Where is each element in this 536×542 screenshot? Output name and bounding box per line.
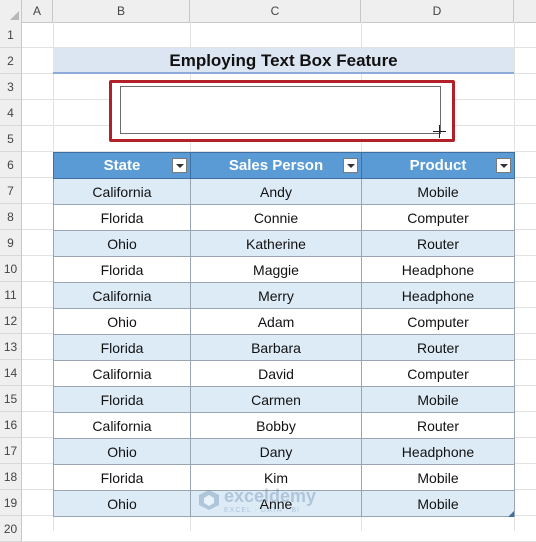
column-header-a[interactable]: A	[22, 0, 53, 22]
cell-product[interactable]: Mobile	[361, 178, 515, 205]
table-row: Florida Barbara Router	[53, 334, 515, 361]
sheet-title[interactable]: Employing Text Box Feature	[53, 48, 514, 74]
cell-state[interactable]: Florida	[53, 464, 191, 491]
cell-product[interactable]: Computer	[361, 308, 515, 335]
header-state-label: State	[103, 157, 141, 174]
table-row: Ohio Katherine Router	[53, 230, 515, 257]
cell-sales-person[interactable]: Dany	[190, 438, 362, 465]
cell-sales-person[interactable]: Connie	[190, 204, 362, 231]
select-all-icon	[10, 11, 19, 20]
header-product[interactable]: Product	[361, 152, 515, 179]
text-box[interactable]	[120, 86, 441, 134]
cell-state[interactable]: Florida	[53, 334, 191, 361]
column-header-c[interactable]: C	[190, 0, 361, 22]
table-row: Florida Maggie Headphone	[53, 256, 515, 283]
cell-product[interactable]: Mobile	[361, 386, 515, 413]
table-row: California Andy Mobile	[53, 178, 515, 205]
cell-product[interactable]: Headphone	[361, 282, 515, 309]
filter-dropdown-icon[interactable]	[172, 158, 187, 173]
cell-state[interactable]: Ohio	[53, 308, 191, 335]
cell-sales-person[interactable]: Andy	[190, 178, 362, 205]
cell-product[interactable]: Router	[361, 412, 515, 439]
cell-product[interactable]: Router	[361, 334, 515, 361]
header-state[interactable]: State	[53, 152, 191, 179]
cell-product[interactable]: Mobile	[361, 490, 515, 517]
row-header[interactable]: 8	[0, 204, 22, 230]
table-row: California Bobby Router	[53, 412, 515, 439]
row-header[interactable]: 5	[0, 126, 22, 152]
cell-product[interactable]: Headphone	[361, 256, 515, 283]
cell-state[interactable]: Ohio	[53, 230, 191, 257]
row-header[interactable]: 19	[0, 490, 22, 516]
column-header-e[interactable]	[514, 0, 536, 22]
cell-sales-person[interactable]: Kim	[190, 464, 362, 491]
header-sales-person-label: Sales Person	[228, 157, 324, 174]
row-header[interactable]: 4	[0, 100, 22, 126]
header-product-label: Product	[409, 157, 467, 174]
spreadsheet: A B C D 1 2 3 4 5 6 7 8 9 10 11 12 13 14 15 16 17 18 19 20 …	[0, 0, 536, 542]
cell-state[interactable]: Florida	[53, 204, 191, 231]
row-header[interactable]: 3	[0, 74, 22, 100]
select-all-button[interactable]	[0, 0, 22, 22]
table-row: Ohio Anne Mobile	[53, 490, 515, 517]
row-header[interactable]: 17	[0, 438, 22, 464]
table-row: Ohio Adam Computer	[53, 308, 515, 335]
crosshair-cursor-icon	[433, 125, 446, 138]
row-header[interactable]: 10	[0, 256, 22, 282]
cell-product[interactable]: Computer	[361, 360, 515, 387]
cell-sales-person[interactable]: Carmen	[190, 386, 362, 413]
row-header[interactable]: 7	[0, 178, 22, 204]
cell-sales-person[interactable]: Adam	[190, 308, 362, 335]
row-header[interactable]: 12	[0, 308, 22, 334]
row-header[interactable]: 20	[0, 516, 22, 542]
table-row: Florida Connie Computer	[53, 204, 515, 231]
cell-sales-person[interactable]: David	[190, 360, 362, 387]
cell-sales-person[interactable]: Katherine	[190, 230, 362, 257]
table-row: California Merry Headphone	[53, 282, 515, 309]
cell-state[interactable]: California	[53, 178, 191, 205]
table-row: Ohio Dany Headphone	[53, 438, 515, 465]
cell-state[interactable]: California	[53, 360, 191, 387]
cell-sales-person[interactable]: Bobby	[190, 412, 362, 439]
cell-state[interactable]: Florida	[53, 386, 191, 413]
cell-state[interactable]: Florida	[53, 256, 191, 283]
cell-product[interactable]: Mobile	[361, 464, 515, 491]
table-row: Florida Carmen Mobile	[53, 386, 515, 413]
row-header[interactable]: 18	[0, 464, 22, 490]
cell-product[interactable]: Computer	[361, 204, 515, 231]
table-row: California David Computer	[53, 360, 515, 387]
header-sales-person[interactable]: Sales Person	[190, 152, 362, 179]
filter-dropdown-icon[interactable]	[343, 158, 358, 173]
row-header[interactable]: 6	[0, 152, 22, 178]
row-header[interactable]: 11	[0, 282, 22, 308]
row-header[interactable]: 2	[0, 48, 22, 74]
cell-sales-person[interactable]: Anne	[190, 490, 362, 517]
cell-state[interactable]: California	[53, 412, 191, 439]
cell-state[interactable]: Ohio	[53, 490, 191, 517]
row-header[interactable]: 1	[0, 22, 22, 48]
row-header[interactable]: 9	[0, 230, 22, 256]
column-header-b[interactable]: B	[53, 0, 190, 22]
row-header[interactable]: 15	[0, 386, 22, 412]
table-row: Florida Kim Mobile	[53, 464, 515, 491]
filter-dropdown-icon[interactable]	[496, 158, 511, 173]
sales-table: State Sales Person Product California And…	[53, 152, 515, 517]
row-header[interactable]: 13	[0, 334, 22, 360]
table-resize-handle-icon[interactable]	[508, 511, 514, 517]
cell-state[interactable]: California	[53, 282, 191, 309]
cell-product[interactable]: Headphone	[361, 438, 515, 465]
cell-state[interactable]: Ohio	[53, 438, 191, 465]
column-header-d[interactable]: D	[361, 0, 514, 22]
table-header-row: State Sales Person Product	[53, 152, 515, 179]
row-header[interactable]: 14	[0, 360, 22, 386]
cell-product[interactable]: Router	[361, 230, 515, 257]
cell-sales-person[interactable]: Merry	[190, 282, 362, 309]
cell-sales-person[interactable]: Barbara	[190, 334, 362, 361]
cell-sales-person[interactable]: Maggie	[190, 256, 362, 283]
row-header[interactable]: 16	[0, 412, 22, 438]
